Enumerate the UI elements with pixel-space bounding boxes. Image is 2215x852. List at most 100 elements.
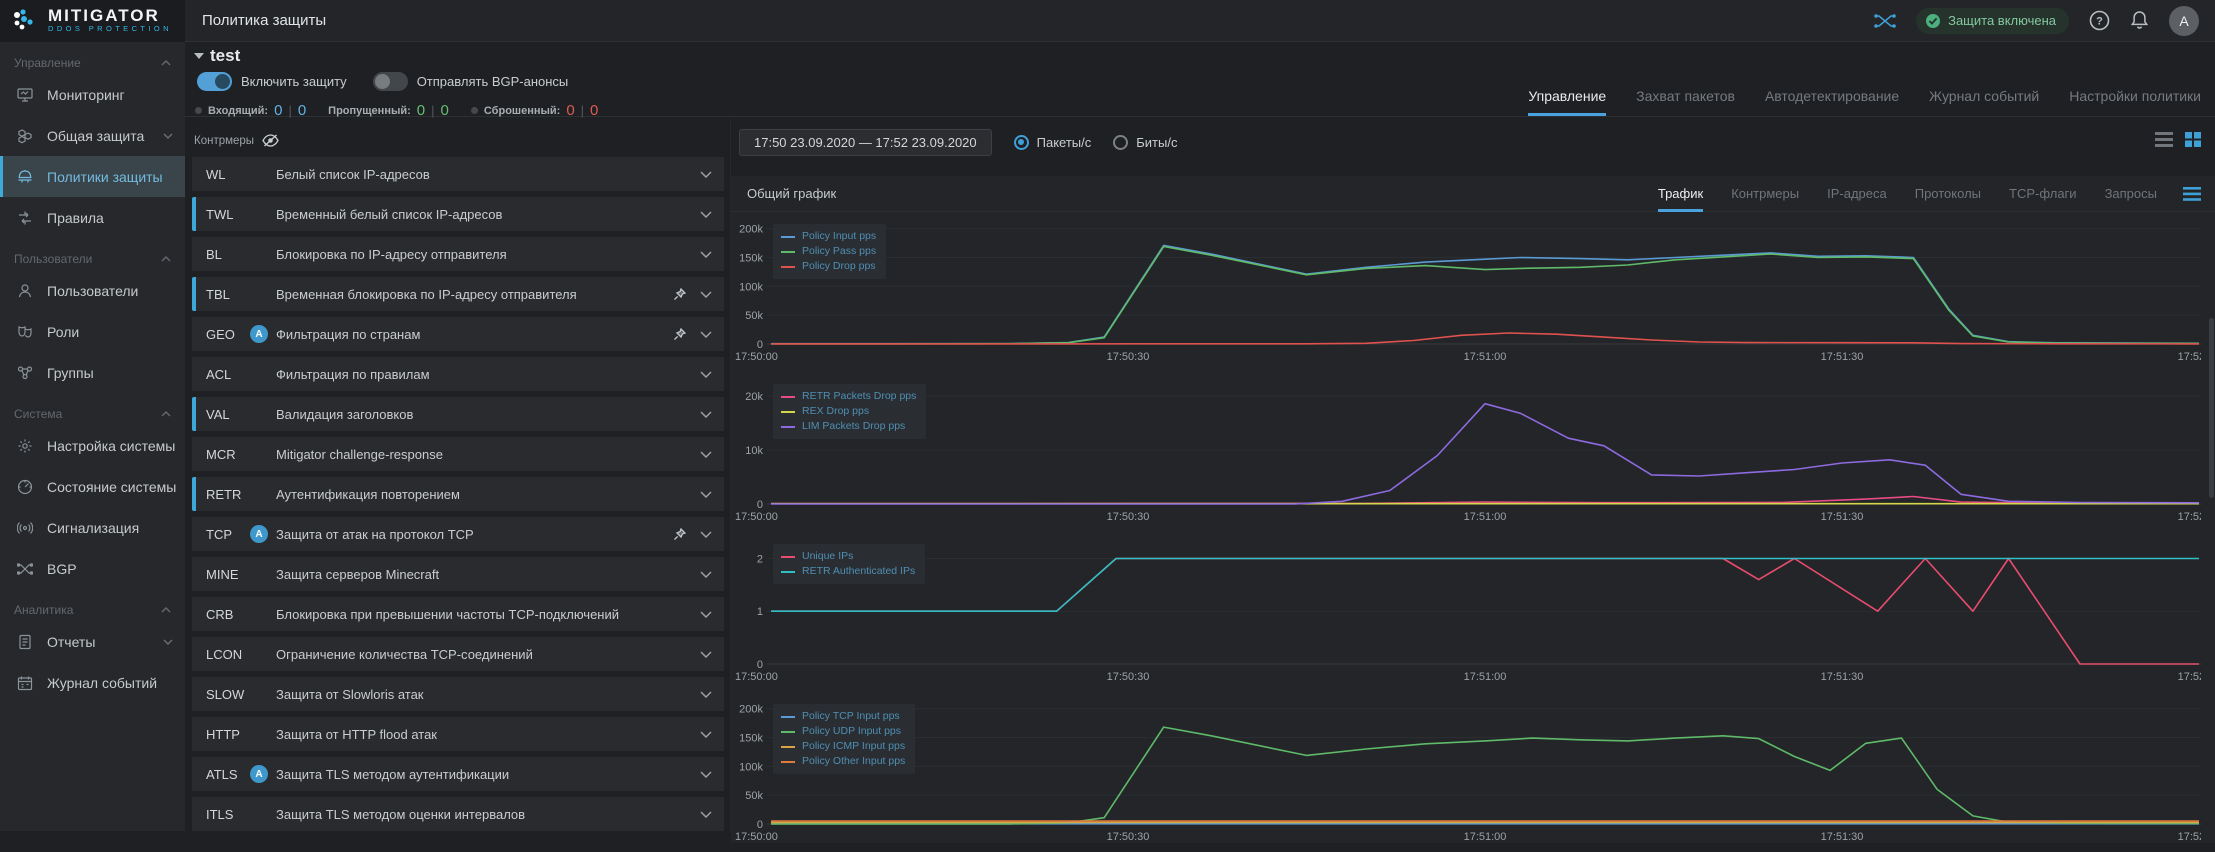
chevron-down-icon[interactable] <box>700 371 712 378</box>
legend-item[interactable]: Policy Other Input pps <box>781 754 905 769</box>
countermeasure-row-crb[interactable]: CRBБлокировка при превышении частоты TCP… <box>192 597 724 631</box>
charts-scrollbar[interactable] <box>2209 318 2214 498</box>
legend-item[interactable]: Policy UDP Input pps <box>781 724 905 739</box>
bgp-switch[interactable] <box>373 72 408 91</box>
legend-item[interactable]: REX Drop pps <box>781 404 916 419</box>
chevron-down-icon[interactable] <box>700 651 712 658</box>
sidebar-item-report[interactable]: Отчеты <box>0 621 185 662</box>
countermeasure-row-atls[interactable]: ATLSAЗащита TLS методом аутентификации <box>192 757 724 791</box>
chart-menu-icon[interactable] <box>2183 187 2201 201</box>
sidebar-section-label[interactable]: Система <box>0 393 185 425</box>
list-view-icon[interactable] <box>2155 132 2173 147</box>
pin-icon[interactable] <box>673 288 686 301</box>
countermeasure-row-slow[interactable]: SLOWЗащита от Slowloris атак <box>192 677 724 711</box>
policy-title[interactable]: test <box>194 46 240 66</box>
legend-item[interactable]: Policy Pass pps <box>781 244 876 259</box>
sidebar-item-user[interactable]: Пользователи <box>0 270 185 311</box>
legend-item[interactable]: Policy Drop pps <box>781 259 876 274</box>
sidebar-item-policy[interactable]: Политики защиты <box>0 156 185 197</box>
chevron-down-icon[interactable] <box>700 531 712 538</box>
chart-legend[interactable]: Unique IPsRETR Authenticated IPs <box>773 544 925 584</box>
chevron-down-icon[interactable] <box>700 691 712 698</box>
help-icon[interactable]: ? <box>2089 10 2110 31</box>
chart-4[interactable]: 050k100k150k200k17:50:0017:50:3017:51:00… <box>731 692 2215 852</box>
bell-icon[interactable] <box>2130 10 2149 31</box>
countermeasure-row-http[interactable]: HTTPЗащита от HTTP flood атак <box>192 717 724 751</box>
chart-legend[interactable]: Policy Input ppsPolicy Pass ppsPolicy Dr… <box>773 224 886 279</box>
policy-tab-журнал-событий[interactable]: Журнал событий <box>1929 88 2039 116</box>
sidebar-item-shield-group[interactable]: Общая защита <box>0 115 185 156</box>
time-range-input[interactable]: 17:50 23.09.2020 — 17:52 23.09.2020 <box>739 129 992 156</box>
chevron-down-icon[interactable] <box>700 571 712 578</box>
countermeasure-row-mine[interactable]: MINEЗащита серверов Minecraft <box>192 557 724 591</box>
chevron-down-icon[interactable] <box>700 771 712 778</box>
countermeasure-row-lcon[interactable]: LCONОграничение количества TCP-соединени… <box>192 637 724 671</box>
logo[interactable]: MITIGATOR DDOS PROTECTION <box>0 0 185 42</box>
radio-icon[interactable] <box>1113 135 1128 150</box>
countermeasure-row-acl[interactable]: ACLФильтрация по правилам <box>192 357 724 391</box>
chevron-down-icon[interactable] <box>700 411 712 418</box>
sidebar-section-label[interactable]: Управление <box>0 42 185 74</box>
sidebar-item-rules[interactable]: Правила <box>0 197 185 238</box>
pin-icon[interactable] <box>673 528 686 541</box>
chart-tab-запросы[interactable]: Запросы <box>2105 176 2157 212</box>
chart-tab-трафик[interactable]: Трафик <box>1658 176 1703 212</box>
sidebar-section-label[interactable]: Пользователи <box>0 238 185 270</box>
legend-item[interactable]: RETR Authenticated IPs <box>781 564 915 579</box>
chart-2[interactable]: 010k20k17:50:0017:50:3017:51:0017:51:301… <box>731 372 2215 532</box>
countermeasure-row-bl[interactable]: BLБлокировка по IP-адресу отправителя <box>192 237 724 271</box>
grid-view-icon[interactable] <box>2185 132 2201 147</box>
sidebar-item-gear[interactable]: Настройка системы <box>0 425 185 466</box>
legend-item[interactable]: Policy TCP Input pps <box>781 709 905 724</box>
chart-1[interactable]: 050k100k150k200k17:50:0017:50:3017:51:00… <box>731 212 2215 372</box>
sidebar-item-mask[interactable]: Роли <box>0 311 185 352</box>
chart-legend[interactable]: Policy TCP Input ppsPolicy UDP Input pps… <box>773 704 915 774</box>
chevron-down-icon[interactable] <box>700 291 712 298</box>
countermeasure-row-wl[interactable]: WLБелый список IP-адресов <box>192 157 724 191</box>
unit-radio-option[interactable]: Биты/с <box>1113 135 1177 150</box>
radio-icon[interactable] <box>1014 135 1029 150</box>
countermeasure-row-val[interactable]: VALВалидация заголовков <box>192 397 724 431</box>
countermeasure-row-geo[interactable]: GEOAФильтрация по странам <box>192 317 724 351</box>
avatar[interactable]: A <box>2169 6 2199 36</box>
sidebar-item-antenna[interactable]: Сигнализация <box>0 507 185 548</box>
chart-tab-tcp-флаги[interactable]: TCP-флаги <box>2009 176 2077 212</box>
sidebar-item-calendar[interactable]: Журнал событий <box>0 662 185 703</box>
legend-item[interactable]: Policy ICMP Input pps <box>781 739 905 754</box>
chart-tab-контрмеры[interactable]: Контрмеры <box>1731 176 1799 212</box>
bgp-toggle[interactable]: Отправлять BGP-анонсы <box>373 72 569 91</box>
sidebar-item-bgp[interactable]: BGP <box>0 548 185 589</box>
pin-icon[interactable] <box>673 328 686 341</box>
legend-item[interactable]: Policy Input pps <box>781 229 876 244</box>
protect-toggle[interactable]: Включить защиту <box>197 72 347 91</box>
countermeasure-row-tbl[interactable]: TBLВременная блокировка по IP-адресу отп… <box>192 277 724 311</box>
policy-tab-управление[interactable]: Управление <box>1528 88 1606 116</box>
chevron-down-icon[interactable] <box>700 491 712 498</box>
sidebar-section-label[interactable]: Аналитика <box>0 589 185 621</box>
chart-tab-протоколы[interactable]: Протоколы <box>1915 176 1981 212</box>
chevron-down-icon[interactable] <box>700 611 712 618</box>
chevron-down-icon[interactable] <box>700 451 712 458</box>
protect-switch[interactable] <box>197 72 232 91</box>
chevron-down-icon[interactable] <box>700 251 712 258</box>
sidebar-item-group[interactable]: Группы <box>0 352 185 393</box>
chevron-down-icon[interactable] <box>700 331 712 338</box>
legend-item[interactable]: RETR Packets Drop pps <box>781 389 916 404</box>
network-flows-icon[interactable] <box>1874 12 1896 30</box>
chevron-down-icon[interactable] <box>700 731 712 738</box>
countermeasure-row-tcp[interactable]: TCPAЗащита от атак на протокол TCP <box>192 517 724 551</box>
countermeasure-row-twl[interactable]: TWLВременный белый список IP-адресов <box>192 197 724 231</box>
chart-tab-ip-адреса[interactable]: IP-адреса <box>1827 176 1887 212</box>
sidebar-item-gauge[interactable]: Состояние системы <box>0 466 185 507</box>
eye-off-icon[interactable] <box>262 134 279 147</box>
chart-3[interactable]: 01217:50:0017:50:3017:51:0017:51:3017:52… <box>731 532 2215 692</box>
countermeasure-row-itls[interactable]: ITLSЗащита TLS методом оценки интервалов <box>192 797 724 831</box>
countermeasure-row-retr[interactable]: RETRАутентификация повторением <box>192 477 724 511</box>
chart-legend[interactable]: RETR Packets Drop ppsREX Drop ppsLIM Pac… <box>773 384 926 439</box>
policy-tab-захват-пакетов[interactable]: Захват пакетов <box>1636 88 1735 116</box>
chevron-down-icon[interactable] <box>700 171 712 178</box>
policy-tab-настройки-политики[interactable]: Настройки политики <box>2069 88 2201 116</box>
chevron-down-icon[interactable] <box>700 811 712 818</box>
legend-item[interactable]: LIM Packets Drop pps <box>781 419 916 434</box>
chevron-down-icon[interactable] <box>700 211 712 218</box>
